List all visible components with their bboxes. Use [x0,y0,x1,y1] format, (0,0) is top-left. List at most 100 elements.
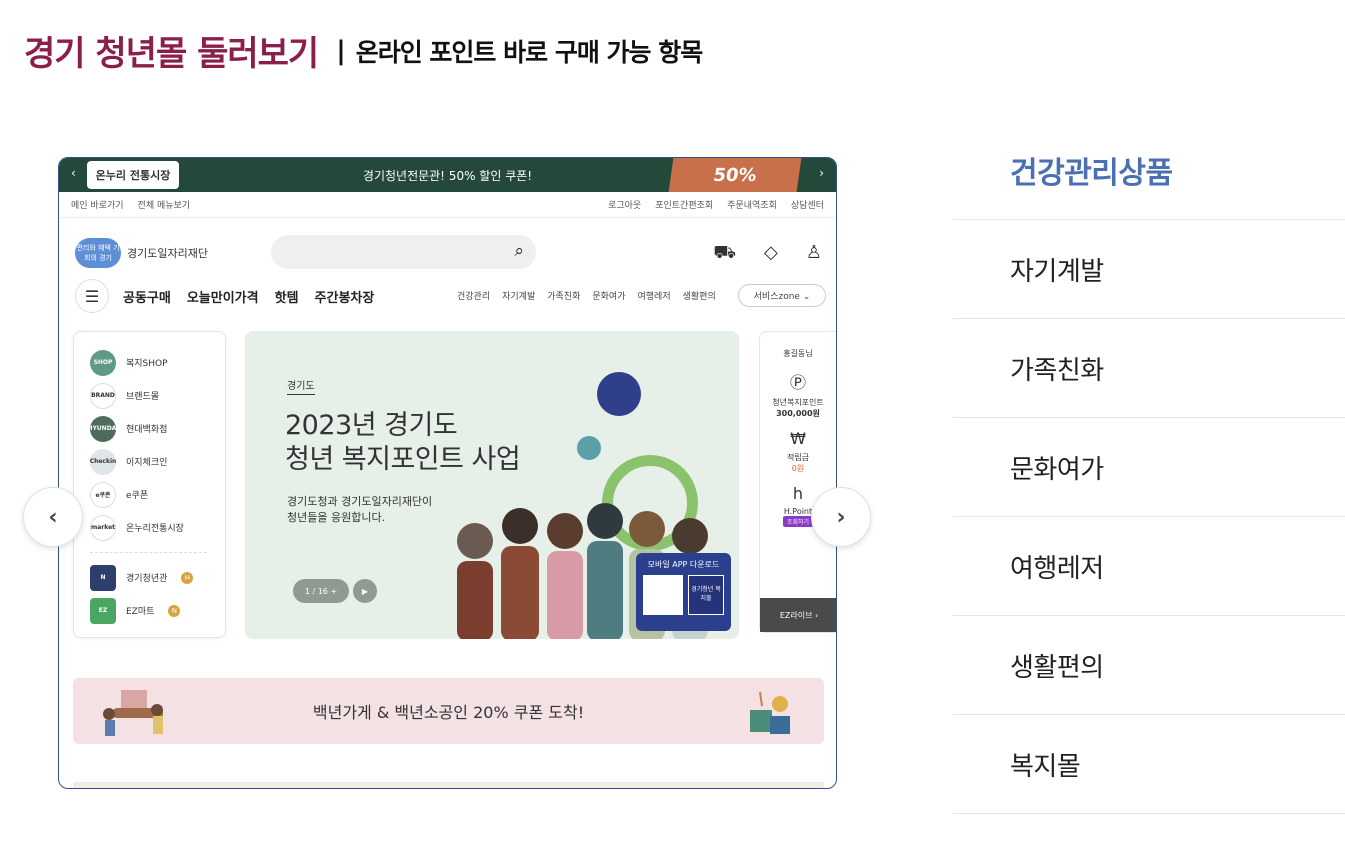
side-item: HYUNDAI 현대백화점 [87,412,225,445]
banner-title-line2: 청년 복지포인트 사업 [285,444,521,475]
page-heading: 경기 청년몰 둘러보기 | 온라인 포인트 바로 구매 가능 항목 [24,26,704,75]
point-label: 청년복지포인트 [772,398,824,407]
side-item-label: 브랜드몰 [126,392,160,402]
side-item: market 온누리전통시장 [90,511,225,544]
promo-next-icon: › [819,166,824,180]
side-item: SHOP 복지SHOP [90,346,225,379]
brand-name: 경기도일자리재단 [127,247,208,260]
ez-live-link: EZ라이브 › [760,598,836,632]
banner-tag: 경기도 [287,377,315,395]
category-welfare-mall[interactable]: 복지몰 [953,715,1345,814]
ezmart-icon: EZ [90,597,116,624]
market-icon: market [90,514,116,541]
carousel-next-button[interactable]: › [811,487,871,547]
util-order-link: 주문내역조회 [727,201,777,211]
promo-prev-icon: ‹ [71,166,76,180]
category-life[interactable]: 생활편의 [953,616,1345,715]
point-icon: Ⓟ [789,373,806,392]
mall-logo: 편리와 혜택 기회의 경기 경기도일자리재단 [75,238,208,268]
service-zone-select: 서비스zone ⌄ [738,284,826,307]
coupon-graphic: 50% [668,158,802,192]
youth-hall-icon: N [90,564,116,591]
nav-cat-travel: 여행레저 [637,292,671,302]
category-travel[interactable]: 여행레저 [953,517,1345,616]
search-icon: ⌕ [514,241,524,261]
nav-today-price: 오늘만이가격 [186,290,259,306]
side-item: N 경기청년관 H [90,561,225,594]
user-icon: ♙ [805,242,822,263]
page-subtitle: 온라인 포인트 바로 구매 가능 항목 [355,37,704,67]
side-item-label: 복지SHOP [126,359,168,369]
banner-title: 2023년 경기도 청년 복지포인트 사업 [285,409,521,477]
main-banner: 경기도 2023년 경기도 청년 복지포인트 사업 경기도청과 경기도일자리재단… [245,331,739,639]
brand-icon: BRAND [90,382,116,409]
promo-bar: ‹ 온누리 전통시장 경기청년전문관! 50% 할인 쿠폰! 50% › [59,158,836,192]
nav-hot-item: 핫템 [274,290,299,306]
mall-header: 편리와 혜택 기회의 경기 경기도일자리재단 ⌕ ⛟ ◇ ♙ [59,218,836,276]
side-item: BRAND 브랜드몰 [90,379,225,412]
nav-cat-family: 가족친화 [547,292,581,302]
mall-screenshot: ‹ 온누리 전통시장 경기청년전문관! 50% 할인 쿠폰! 50% › 메인 … [58,157,837,789]
nav-cat-health: 건강관리 [457,292,491,302]
util-logout-link: 로그아웃 [608,201,642,211]
util-support-link: 상담센터 [790,201,824,211]
reserve-icon: ₩ [790,429,806,448]
decor-circle [577,436,601,460]
reserve-label: 적립금 [786,453,810,462]
app-download-box: 모바일 APP 다운로드 경기청년 복지몰 [636,553,731,631]
side-item-label: e쿠폰 [126,491,149,501]
side-item: e쿠폰 e쿠폰 [90,478,225,511]
category-nav: 건강관리 자기계발 가족친화 문화여가 여행레저 생활편의 [457,289,716,302]
mall-search-bar: ⌕ [271,235,536,269]
nav-cat-culture: 문화여가 [592,292,626,302]
gift-box-illustration [750,691,790,734]
truck-icon: ⛟ [713,242,737,263]
page: 경기 청년몰 둘러보기 | 온라인 포인트 바로 구매 가능 항목 ‹ 온누리 … [0,0,1345,847]
checkin-icon: Checkin [90,448,116,475]
play-icon: ▶ [353,579,377,603]
category-family[interactable]: 가족친화 [953,319,1345,418]
banner-desc: 경기도청과 경기도일자리재단이 청년들을 응원합니다. [287,494,432,526]
side-item-label: 현대백화점 [126,425,168,435]
hpoint-button: 조회하기 [782,516,814,527]
coupon-strip: 백년가게 & 백년소공인 20% 쿠폰 도착! [73,678,824,744]
nav-weekly: 주간봉차장 [314,290,375,306]
promo-text: 경기청년전문관! 50% 할인 쿠폰! [362,168,533,183]
category-self-development[interactable]: 자기계발 [953,220,1345,319]
banner-pager: 1 / 16 + [293,579,349,603]
ecoupon-icon: e쿠폰 [90,481,116,508]
page-title: 경기 청년몰 둘러보기 [24,34,319,74]
util-home-link: 메인 바로가기 [71,201,124,211]
decor-circle [597,372,641,416]
next-section-edge [73,782,824,788]
shop-icon: SHOP [90,349,116,376]
util-point-link: 포인트간편조회 [655,201,714,211]
reserve-value: 0원 [791,464,805,473]
category-list: 건강관리상품 자기계발 가족친화 문화여가 여행레저 생활편의 복지몰 [953,121,1345,814]
app-logo: 경기청년 복지몰 [688,575,724,615]
category-health-products[interactable]: 건강관리상품 [953,121,1345,220]
side-item-badge: N [168,604,181,617]
nav-group-buy: 공동구매 [123,290,171,306]
category-culture[interactable]: 문화여가 [953,418,1345,517]
brand-badge: 편리와 혜택 기회의 경기 [75,238,121,268]
bag-icon: ◇ [764,242,778,263]
app-download-title: 모바일 APP 다운로드 [647,560,720,569]
gift-illustration [103,690,163,736]
banner-title-line1: 2023년 경기도 [285,410,458,441]
side-divider [90,552,207,553]
side-item-badge: H [181,571,194,584]
profile-name: 홍길동님 [783,349,813,358]
utility-nav: 메인 바로가기 전체 메뉴보기 로그아웃 포인트간편조회 주문내역조회 상담센터 [59,192,836,218]
util-menu-link: 전체 메뉴보기 [137,201,191,211]
side-item-label: 온누리전통시장 [126,524,184,534]
title-separator: | [336,35,346,66]
side-item: Checkin 이지체크인 [90,445,225,478]
menu-icon: ☰ [75,279,109,313]
main-nav: 공동구매 오늘만이가격 핫템 주간봉차장 [123,287,374,306]
coupon-strip-text: 백년가게 & 백년소공인 20% 쿠폰 도착! [312,703,585,722]
profile-panel: 홍길동님 Ⓟ 청년복지포인트 300,000원 ₩ 적립금 0원 h H.Poi… [759,331,836,633]
carousel-prev-button[interactable]: ‹ [23,487,83,547]
side-item-label: 이지체크인 [126,458,168,468]
point-value: 300,000원 [776,409,820,418]
